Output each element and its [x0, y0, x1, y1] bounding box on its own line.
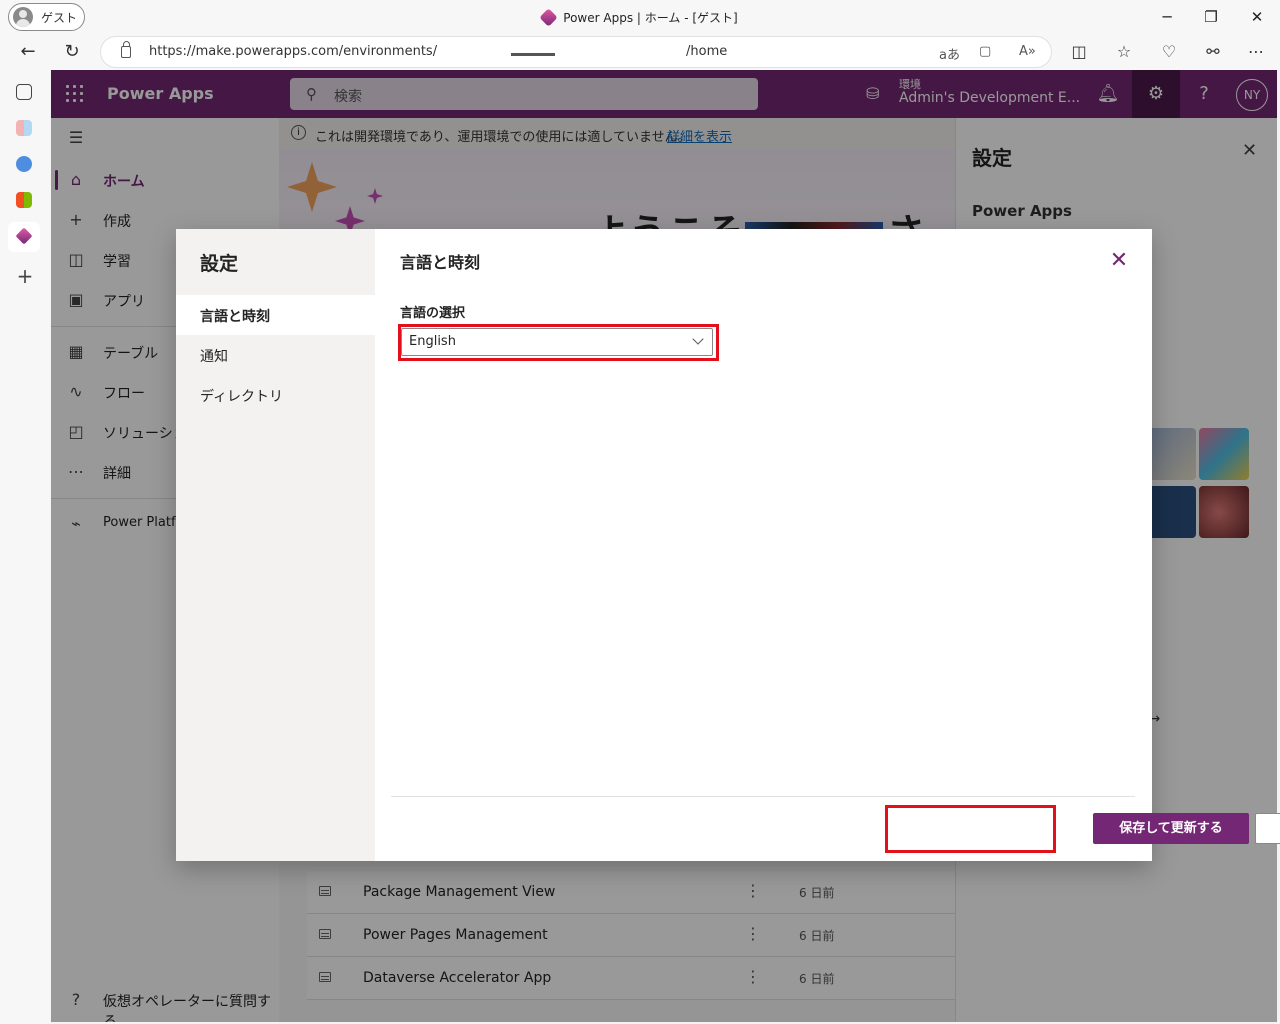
- power-apps-pinned-icon[interactable]: [8, 222, 40, 252]
- dialog-close-icon[interactable]: ✕: [1107, 249, 1131, 273]
- translate-icon[interactable]: aあ: [939, 44, 960, 63]
- url-redacted: [511, 53, 555, 56]
- language-select-highlight: [398, 324, 719, 361]
- tab-directory[interactable]: ディレクトリ: [176, 375, 375, 415]
- footer-divider: [391, 796, 1135, 797]
- browser-essentials-icon[interactable]: ♡: [1157, 42, 1181, 61]
- power-apps-logo-icon: [539, 8, 558, 27]
- settings-more-icon[interactable]: ⋯: [1244, 42, 1268, 61]
- lock-icon: [121, 41, 131, 58]
- refresh-button[interactable]: ↻: [58, 39, 86, 65]
- language-field-label: 言語の選択: [400, 306, 466, 321]
- tab-language-time[interactable]: 言語と時刻: [176, 295, 375, 335]
- dialog-title: 設定: [200, 253, 239, 275]
- extensions-icon[interactable]: ⚯: [1201, 42, 1225, 61]
- split-screen-icon[interactable]: ◫: [1067, 42, 1091, 61]
- window-title: Power Apps | ホーム - [ゲスト]: [0, 8, 1280, 27]
- tab-actions-icon[interactable]: [16, 84, 32, 100]
- read-aloud-icon[interactable]: A»: [1019, 44, 1036, 59]
- save-and-refresh-button[interactable]: 保存して更新する: [1093, 813, 1249, 844]
- back-button[interactable]: ←: [14, 39, 42, 65]
- collections-icon[interactable]: [16, 120, 32, 136]
- copilot-icon[interactable]: [16, 156, 32, 172]
- browser-titlebar: ゲスト Power Apps | ホーム - [ゲスト] ─ ❐ ✕: [0, 0, 1280, 34]
- office-icon[interactable]: [16, 192, 32, 208]
- minimize-button[interactable]: ─: [1152, 6, 1182, 28]
- settings-dialog-nav: 設定 言語と時刻 通知 ディレクトリ: [176, 229, 375, 861]
- add-sidebar-icon[interactable]: +: [14, 266, 36, 288]
- section-title: 言語と時刻: [400, 253, 481, 272]
- discard-button[interactable]: 破棄: [1255, 813, 1280, 844]
- url-text: https://make.powerapps.com/environments/: [149, 44, 438, 59]
- maximize-button[interactable]: ❐: [1196, 6, 1226, 28]
- tab-notifications[interactable]: 通知: [176, 335, 375, 375]
- edge-sidebar: +: [0, 70, 50, 1024]
- close-window-button[interactable]: ✕: [1242, 6, 1272, 28]
- app-available-icon[interactable]: ▢: [979, 44, 991, 59]
- browser-toolbar: ← ↻ https://make.powerapps.com/environme…: [0, 34, 1280, 70]
- save-button-highlight: [885, 805, 1056, 853]
- url-suffix-text: /home: [686, 44, 728, 59]
- address-bar[interactable]: https://make.powerapps.com/environments/…: [100, 36, 1052, 68]
- favorites-icon[interactable]: ☆: [1112, 42, 1136, 61]
